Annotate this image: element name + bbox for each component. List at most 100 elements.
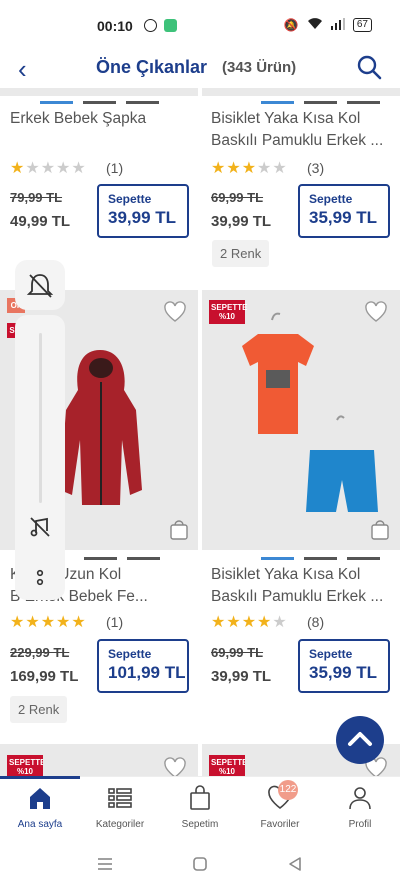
product-name[interactable]: Bisiklet Yaka Kısa Kol xyxy=(201,108,400,130)
favorite-heart-icon[interactable] xyxy=(364,301,388,323)
badge-line1: SEPETTE xyxy=(211,303,248,312)
current-price: 169,99 TL xyxy=(10,668,79,685)
review-count: (1) xyxy=(106,614,124,630)
search-icon[interactable] xyxy=(356,54,382,80)
old-price: 69,99 TL xyxy=(211,645,264,660)
old-price: 229,99 TL xyxy=(10,645,70,660)
rating-stars: ★★★★★ xyxy=(211,612,288,632)
review-count: (8) xyxy=(307,614,325,630)
review-count: (1) xyxy=(106,160,124,176)
image-carousel-dots xyxy=(84,557,160,560)
categories-icon xyxy=(108,788,132,808)
star-filled-icon: ★ xyxy=(40,614,57,631)
color-count[interactable]: 2 Renk xyxy=(10,696,68,723)
tab-label: Favoriler xyxy=(260,819,300,830)
star-filled-icon: ★ xyxy=(56,614,72,631)
system-nav-bar xyxy=(0,840,400,888)
review-count: (3) xyxy=(307,160,325,176)
tshirt-set-image xyxy=(242,312,378,512)
whatsapp-icon xyxy=(144,19,157,32)
home-nav-icon[interactable] xyxy=(192,856,208,872)
basket-price-box: Sepette 101,99 TL xyxy=(97,639,189,693)
status-time: 00:10 xyxy=(97,18,133,34)
volume-slider[interactable] xyxy=(39,333,42,503)
message-app-icon xyxy=(164,19,177,32)
tab-label: Profil xyxy=(348,819,372,830)
scroll-to-top-button[interactable] xyxy=(336,716,384,764)
product-image[interactable] xyxy=(202,290,400,550)
back-icon[interactable]: ‹ xyxy=(18,56,27,82)
favorites-count-badge: 122 xyxy=(278,780,298,800)
status-icons: 🔕 67 xyxy=(284,17,372,33)
star-filled-icon: ★ xyxy=(71,614,87,631)
product-name[interactable]: Bisiklet Yaka Kısa Kol xyxy=(201,564,400,586)
tab-cart[interactable]: Sepetim xyxy=(160,777,240,841)
back-nav-icon[interactable] xyxy=(287,856,303,872)
star-filled-icon: ★ xyxy=(211,160,227,177)
silent-icon: 🔕 xyxy=(283,18,299,32)
product-count: (343 Ürün) xyxy=(222,59,297,76)
star-filled-icon: ★ xyxy=(241,160,258,177)
badge-line1: S xyxy=(9,326,15,335)
mute-toggle[interactable] xyxy=(15,260,65,310)
rating-stars: ★★★★★ xyxy=(211,158,288,178)
tab-home[interactable]: Ana sayfa xyxy=(0,776,80,841)
product-name-line2[interactable]: Baskılı Pamuklu Erkek ... xyxy=(201,130,400,152)
more-options-icon[interactable] xyxy=(34,568,46,588)
page-title: Öne Çıkanlar xyxy=(96,57,208,77)
old-price: 79,99 TL xyxy=(10,190,63,205)
badge-line2: %10 xyxy=(16,767,33,776)
discount-badge: SEPETTE %10 xyxy=(209,300,248,324)
battery-icon: 67 xyxy=(352,18,372,32)
current-price: 39,99 TL xyxy=(211,668,272,685)
favorite-heart-icon[interactable] xyxy=(163,301,187,323)
product-image[interactable] xyxy=(0,88,198,96)
rating-stars: ★★★★★ xyxy=(10,612,87,632)
product-name[interactable]: Erkek Bebek Şapka xyxy=(0,108,200,130)
music-off-icon[interactable] xyxy=(28,515,52,539)
basket-price-box: Sepette 35,99 TL xyxy=(298,639,390,693)
badge-line1: SEPETTE xyxy=(9,758,43,767)
star-empty-icon: ★ xyxy=(56,160,72,177)
star-empty-icon: ★ xyxy=(71,160,87,177)
shopping-bag-icon xyxy=(190,785,210,810)
rating-stars: ★★★★★ xyxy=(10,158,87,178)
home-icon xyxy=(30,788,50,809)
tab-label: Sepetim xyxy=(181,819,219,830)
star-filled-icon: ★ xyxy=(241,614,258,631)
star-filled-icon: ★ xyxy=(10,614,26,631)
basket-label: Sepette xyxy=(309,647,353,661)
add-to-cart-bag-icon[interactable] xyxy=(369,518,391,540)
tab-label: Ana sayfa xyxy=(17,819,63,830)
chevron-up-icon xyxy=(348,732,372,746)
tab-categories[interactable]: Kategoriler xyxy=(80,777,160,841)
badge-line2: %10 xyxy=(218,312,235,321)
basket-price: 39,99 TL xyxy=(108,208,177,227)
color-count[interactable]: 2 Renk xyxy=(212,240,270,267)
star-filled-icon: ★ xyxy=(10,160,26,177)
basket-price: 35,99 TL xyxy=(309,663,378,682)
product-name-line2[interactable]: Baskılı Pamuklu Erkek ... xyxy=(201,586,400,608)
basket-price: 35,99 TL xyxy=(309,208,378,227)
star-empty-icon: ★ xyxy=(272,160,288,177)
current-price: 49,99 TL xyxy=(10,213,71,230)
badge-line1: SEPETTE xyxy=(211,758,245,767)
current-price: 39,99 TL xyxy=(211,213,272,230)
badge-line2: %10 xyxy=(218,767,235,776)
status-bar: 00:10 🔕 67 xyxy=(0,0,400,52)
tab-profile[interactable]: Profil xyxy=(320,777,400,841)
star-filled-icon: ★ xyxy=(25,614,41,631)
star-filled-icon: ★ xyxy=(226,614,242,631)
product-image[interactable] xyxy=(202,88,400,96)
image-carousel-dots xyxy=(40,101,159,104)
volume-panel[interactable] xyxy=(15,315,65,600)
add-to-cart-bag-icon[interactable] xyxy=(168,518,190,540)
star-filled-icon: ★ xyxy=(257,614,273,631)
bottom-tab-bar: Ana sayfa Kategoriler Sepetim Favoriler … xyxy=(0,776,400,840)
recent-apps-icon[interactable] xyxy=(97,856,113,872)
basket-price-box: Sepette 35,99 TL xyxy=(298,184,390,238)
basket-label: Sepette xyxy=(309,192,353,206)
star-filled-icon: ★ xyxy=(211,614,227,631)
image-carousel-dots xyxy=(261,101,380,104)
basket-label: Sepette xyxy=(108,192,152,206)
